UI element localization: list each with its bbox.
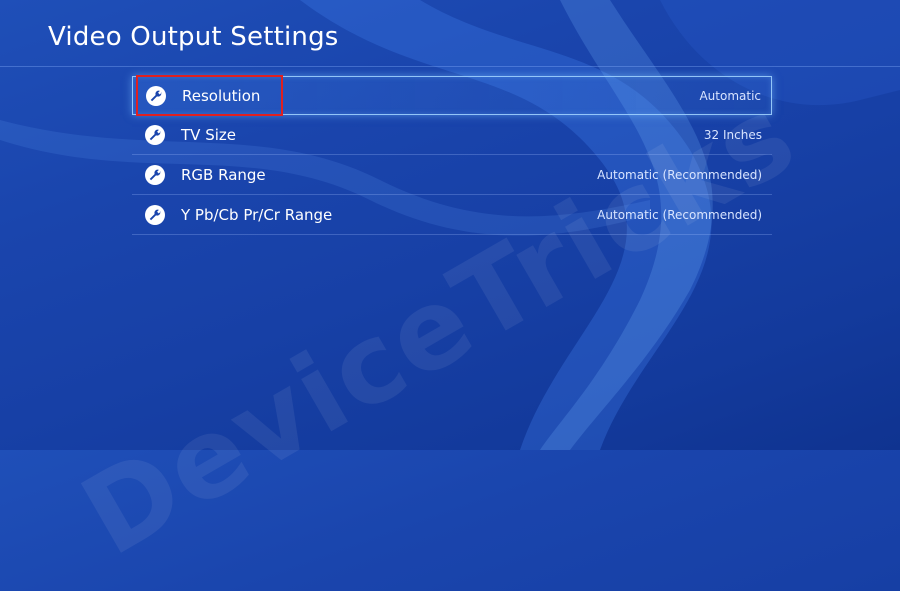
wrench-icon — [145, 165, 165, 185]
setting-row-ypbpr-range[interactable]: Y Pb/Cb Pr/Cr Range Automatic (Recommend… — [132, 196, 772, 235]
setting-row-tv-size[interactable]: TV Size 32 Inches — [132, 116, 772, 155]
page-title: Video Output Settings — [48, 22, 339, 52]
wrench-icon — [145, 125, 165, 145]
setting-row-rgb-range[interactable]: RGB Range Automatic (Recommended) — [132, 156, 772, 195]
setting-label: Y Pb/Cb Pr/Cr Range — [181, 206, 333, 224]
setting-value: Automatic (Recommended) — [597, 168, 762, 182]
setting-value: 32 Inches — [703, 128, 762, 142]
settings-list: Resolution Automatic TV Size 32 Inches R… — [132, 76, 772, 236]
setting-label: TV Size — [181, 126, 236, 144]
wrench-icon — [145, 205, 165, 225]
title-divider — [0, 66, 900, 67]
setting-value: Automatic — [699, 88, 761, 103]
setting-label: Resolution — [182, 86, 261, 105]
wrench-icon — [146, 85, 166, 106]
setting-row-resolution[interactable]: Resolution Automatic — [132, 76, 772, 115]
setting-label: RGB Range — [181, 166, 266, 184]
setting-value: Automatic (Recommended) — [597, 208, 762, 222]
